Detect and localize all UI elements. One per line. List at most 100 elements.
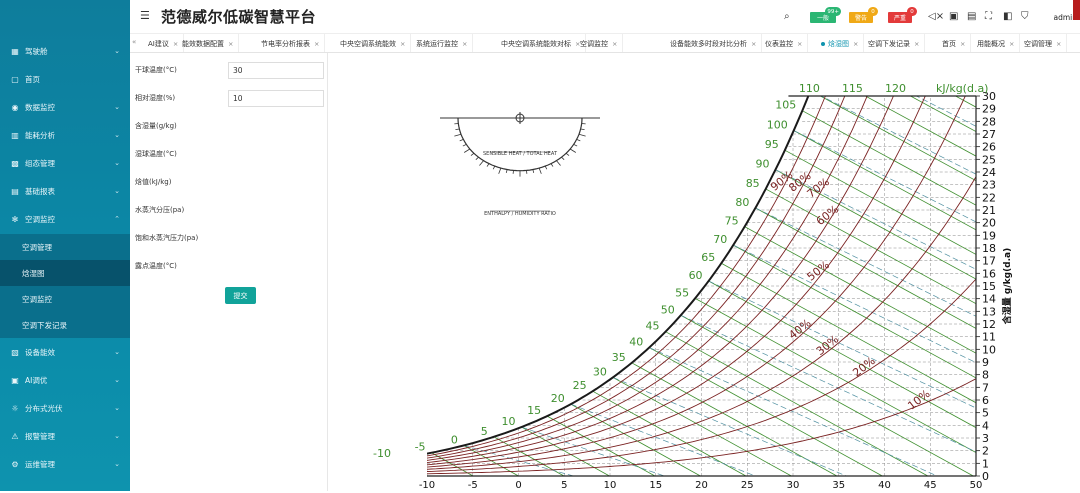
protractor-arc xyxy=(458,118,582,171)
sidebar-item-snowflake[interactable]: ✻空调监控⌃ xyxy=(0,205,130,233)
tab-item[interactable]: 仪表监控× xyxy=(760,34,808,53)
protractor-tick xyxy=(539,168,541,174)
chevron-down-icon: ⌄ xyxy=(114,460,120,468)
form-field-input[interactable]: 10 xyxy=(228,90,324,107)
y-tick-label: 8 xyxy=(982,369,989,382)
submenu-item[interactable]: 空调管理 xyxy=(0,234,130,260)
tab-close-icon[interactable]: × xyxy=(1056,40,1061,48)
alarm-normal-badge[interactable]: 一般 99+ xyxy=(810,12,836,23)
solar-icon: ☼ xyxy=(10,404,20,413)
form-field-label: 干球温度(°C) xyxy=(135,61,177,79)
tab-close-icon[interactable]: × xyxy=(751,40,756,48)
tab-item[interactable]: 节电率分析报表 × xyxy=(256,34,325,53)
enthalpy-tick-label: 90 xyxy=(755,158,769,171)
tab-item[interactable]: 空调监控× xyxy=(575,34,623,53)
tab-close-icon[interactable]: × xyxy=(400,40,405,48)
protractor-tick xyxy=(551,164,553,167)
tab-close-icon[interactable]: × xyxy=(314,40,319,48)
enthalpy-tick-label: 55 xyxy=(675,286,689,299)
sidebar-item-dashboard[interactable]: ▦驾驶舱⌄ xyxy=(0,37,130,65)
enthalpy-line xyxy=(745,227,1080,476)
translate-icon[interactable]: ◧ xyxy=(1003,11,1012,22)
tab-close-icon[interactable]: × xyxy=(853,40,858,48)
y-tick-label: 19 xyxy=(982,229,996,242)
submenu-item[interactable]: 空调下发记录 xyxy=(0,312,130,338)
sidebar-item-solar[interactable]: ☼分布式光伏⌄ xyxy=(0,394,130,422)
x-tick-label: 45 xyxy=(924,480,937,491)
tab-close-icon[interactable]: × xyxy=(228,40,233,48)
tab-item[interactable]: 首页× xyxy=(937,34,971,53)
protractor-tick xyxy=(487,164,489,167)
search-icon[interactable]: ⌕ xyxy=(784,11,790,22)
alarm-warning-badge[interactable]: 警告 0 xyxy=(849,12,873,23)
plot-area xyxy=(397,60,1080,476)
badge-label: 严重 xyxy=(894,13,906,22)
chart-icon: ▥ xyxy=(10,131,20,140)
tab-close-icon[interactable]: × xyxy=(960,40,965,48)
sidebar-item-chart[interactable]: ▥能耗分析⌄ xyxy=(0,121,130,149)
sidebar-item-grid[interactable]: ▩组态管理⌄ xyxy=(0,149,130,177)
sidebar-item-report[interactable]: ▤基础报表⌄ xyxy=(0,177,130,205)
enthalpy-line xyxy=(733,245,1080,476)
tab-close-icon[interactable]: × xyxy=(797,40,802,48)
submenu-item[interactable]: 空调监控 xyxy=(0,286,130,312)
tab-item[interactable]: 系统运行监控× xyxy=(411,34,473,53)
submenu-item[interactable]: 焓湿图 xyxy=(0,260,130,286)
sidebar-item-device[interactable]: ▧设备能效⌄ xyxy=(0,338,130,366)
x-tick-label: 5 xyxy=(561,480,567,491)
mute-icon[interactable]: ◁× xyxy=(928,11,944,22)
protractor-tick xyxy=(566,153,569,155)
protractor-tick xyxy=(545,166,547,169)
enthalpy-tick-label: 50 xyxy=(661,303,675,316)
form-field-input[interactable]: 30 xyxy=(228,62,324,79)
tab-item[interactable]: 设备能效多时段对比分析× xyxy=(665,34,762,53)
chevron-down-icon: ⌄ xyxy=(114,187,120,195)
enthalpy-line xyxy=(840,60,1080,476)
x-tick-label: -5 xyxy=(468,480,478,491)
psychrometric-chart-svg: 0123456789101112131415161718192021222324… xyxy=(330,60,1080,491)
sidebar-item-label: 组态管理 xyxy=(25,158,55,169)
enthalpy-tick-label: 40 xyxy=(629,336,643,349)
tab-item[interactable]: 中央空调系统能效对标× xyxy=(496,34,586,53)
device-icon: ▧ xyxy=(10,348,20,357)
sidebar-item-home[interactable]: ▢首页 xyxy=(0,65,130,93)
grid-apps-icon[interactable]: ▤ xyxy=(967,11,976,22)
enthalpy-tick-label: 60 xyxy=(689,269,703,282)
submit-button[interactable]: 提交 xyxy=(225,287,256,304)
y-tick-label: 1 xyxy=(982,457,989,470)
menu-toggle-icon[interactable]: ☰ xyxy=(140,9,150,22)
tab-item[interactable]: 能效数据配置× xyxy=(177,34,239,53)
y-tick-label: 24 xyxy=(982,166,996,179)
y-tick-label: 13 xyxy=(982,305,996,318)
qrcode-icon[interactable]: ▣ xyxy=(949,11,958,22)
theme-shirt-icon[interactable]: ⛉ xyxy=(1021,11,1029,22)
tab-item[interactable]: 空调下发记录× xyxy=(863,34,925,53)
psychrometric-chart: 0123456789101112131415161718192021222324… xyxy=(330,60,1080,491)
sidebar-item-ai[interactable]: ▣AI调优⌄ xyxy=(0,366,130,394)
tab-item[interactable]: 中央空调系统能效× xyxy=(335,34,411,53)
tab-close-icon[interactable]: × xyxy=(462,40,467,48)
sidebar-item-monitor[interactable]: ◉数据监控⌄ xyxy=(0,93,130,121)
protractor-tick xyxy=(471,153,474,155)
tabs-scroll-left-icon[interactable]: « xyxy=(132,38,136,46)
protractor-tick xyxy=(579,134,586,136)
tab-label: 节电率分析报表 xyxy=(261,39,310,49)
fullscreen-icon[interactable]: ⛶ xyxy=(985,11,992,22)
protractor-tick xyxy=(454,134,461,136)
x-tick-label: 10 xyxy=(604,480,617,491)
sidebar-item-alarm[interactable]: ⚠报警管理⌄ xyxy=(0,422,130,450)
tab-item[interactable]: 用能概况× xyxy=(972,34,1020,53)
sidebar-item-maintenance[interactable]: ⚙运维管理⌄ xyxy=(0,450,130,478)
enthalpy-tick-label: 0 xyxy=(451,433,458,446)
tab-close-icon[interactable]: × xyxy=(914,40,919,48)
chevron-down-icon: ⌄ xyxy=(114,376,120,384)
enthalpy-line xyxy=(833,60,1080,476)
tab-close-icon[interactable]: × xyxy=(612,40,617,48)
tab-item[interactable]: 空调管理× xyxy=(1019,34,1067,53)
wetbulb-line xyxy=(794,131,1080,476)
wetbulb-line xyxy=(649,348,937,476)
alarm-critical-badge[interactable]: 严重 0 xyxy=(888,12,912,23)
tab-item[interactable]: 焓湿图× xyxy=(816,34,864,53)
tab-close-icon[interactable]: × xyxy=(1009,40,1014,48)
y-tick-label: 17 xyxy=(982,255,996,268)
